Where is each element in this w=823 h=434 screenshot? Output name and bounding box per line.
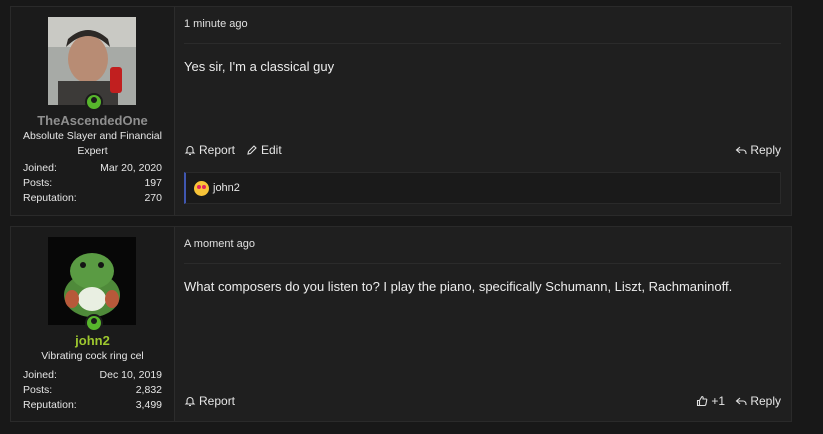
post: john2 Vibrating cock ring cel Joined: De… (10, 226, 792, 422)
post-content: A moment ago What composers do you liste… (184, 227, 781, 421)
reactions-bar[interactable]: john2 (184, 172, 781, 204)
stat-label: Reputation: (23, 399, 77, 411)
stat-value: 3,499 (135, 399, 162, 411)
thumbs-up-icon (697, 395, 708, 407)
edit-label: Edit (261, 143, 282, 157)
report-button[interactable]: Report (184, 143, 235, 157)
reaction-users[interactable]: john2 (213, 182, 240, 194)
stat-posts: Posts: 197 (23, 176, 162, 191)
post-content: 1 minute ago Yes sir, I'm a classical gu… (184, 7, 781, 215)
reply-label: Reply (750, 143, 781, 157)
stat-value: Dec 10, 2019 (99, 369, 162, 381)
stat-reputation: Reputation: 270 (23, 191, 162, 206)
stat-value: 270 (144, 192, 162, 204)
stat-joined: Joined: Dec 10, 2019 (23, 368, 162, 383)
star-struck-emoji-icon (194, 180, 209, 196)
avatar[interactable] (48, 237, 136, 325)
user-title: Absolute Slayer and Financial Expert (23, 130, 162, 157)
stat-label: Joined: (23, 162, 57, 174)
stat-reputation: Reputation: 3,499 (23, 398, 162, 413)
like-count: +1 (711, 394, 725, 408)
stat-value: Mar 20, 2020 (100, 162, 162, 174)
reply-icon (735, 397, 747, 405)
avatar[interactable] (48, 17, 136, 105)
online-status-indicator (85, 314, 103, 332)
bell-icon (184, 146, 196, 156)
stat-label: Reputation: (23, 192, 77, 204)
stat-joined: Joined: Mar 20, 2020 (23, 161, 162, 176)
username[interactable]: john2 (11, 333, 174, 348)
post: TheAscendedOne Absolute Slayer and Finan… (10, 6, 792, 216)
edit-button[interactable]: Edit (246, 143, 282, 157)
divider (184, 263, 781, 264)
username[interactable]: TheAscendedOne (11, 113, 174, 128)
stat-value: 197 (144, 177, 162, 189)
bell-icon (184, 397, 196, 407)
divider (184, 43, 781, 44)
post-message: Yes sir, I'm a classical guy (184, 59, 335, 74)
online-status-indicator (85, 93, 103, 111)
reply-icon (735, 146, 747, 154)
user-title: Vibrating cock ring cel (41, 350, 144, 362)
user-stats: Joined: Mar 20, 2020 Posts: 197 Reputati… (23, 161, 162, 206)
report-button[interactable]: Report (184, 394, 235, 408)
pencil-icon (247, 145, 257, 155)
post-timestamp[interactable]: A moment ago (184, 238, 255, 250)
like-button[interactable]: +1 (696, 394, 725, 408)
reply-button[interactable]: Reply (735, 143, 781, 157)
report-label: Report (199, 394, 236, 408)
stat-posts: Posts: 2,832 (23, 383, 162, 398)
reply-label: Reply (750, 394, 781, 408)
stat-label: Joined: (23, 369, 57, 381)
user-cell: TheAscendedOne Absolute Slayer and Finan… (11, 7, 175, 215)
user-cell: john2 Vibrating cock ring cel Joined: De… (11, 227, 175, 421)
reply-button[interactable]: Reply (735, 394, 781, 408)
stat-value: 2,832 (135, 384, 162, 396)
report-label: Report (199, 143, 236, 157)
stat-label: Posts: (23, 177, 53, 189)
user-stats: Joined: Dec 10, 2019 Posts: 2,832 Reputa… (23, 368, 162, 413)
stat-label: Posts: (23, 384, 53, 396)
post-message: What composers do you listen to? I play … (184, 279, 733, 294)
post-timestamp[interactable]: 1 minute ago (184, 18, 248, 30)
